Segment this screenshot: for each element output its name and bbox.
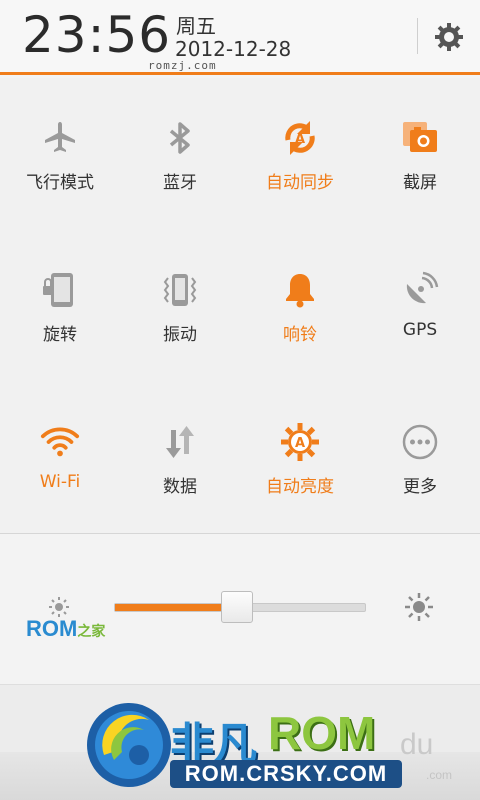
- toggle-label: 数据: [163, 477, 197, 497]
- rotate-lock-icon: [43, 273, 73, 307]
- svg-text:A: A: [295, 132, 305, 147]
- toggle-label: 更多: [403, 477, 437, 497]
- notification-header: 23:56 周五 2012-12-28 romzj.com: [0, 0, 480, 75]
- date: 2012-12-28: [175, 37, 292, 61]
- toggle-label: 蓝牙: [163, 173, 197, 193]
- toggle-ringer[interactable]: 响铃: [240, 230, 360, 382]
- toggle-gps[interactable]: GPS: [360, 230, 480, 382]
- toggle-auto-brightness[interactable]: A 自动亮度: [240, 382, 360, 534]
- toggle-label: 旋转: [43, 325, 77, 345]
- toggle-mobile-data[interactable]: 数据: [120, 382, 240, 534]
- watermark-text: romzj.com: [148, 59, 217, 72]
- toggle-label: 响铃: [283, 325, 317, 345]
- more-icon: [402, 424, 438, 460]
- toggle-vibrate[interactable]: 振动: [120, 230, 240, 382]
- gear-icon: [435, 23, 463, 51]
- toggle-screenshot[interactable]: 截屏: [360, 78, 480, 230]
- svg-text:A: A: [295, 436, 305, 451]
- toggle-more[interactable]: 更多: [360, 382, 480, 534]
- sun-large-icon: [405, 593, 433, 621]
- screenshot-icon: [403, 122, 437, 152]
- slider-fill: [115, 604, 238, 611]
- gps-icon: [406, 271, 439, 304]
- toggle-label: Wi-Fi: [39, 472, 81, 492]
- toggle-bluetooth[interactable]: 蓝牙: [120, 78, 240, 230]
- brand-url: ROM.CRSKY.COM: [170, 760, 402, 788]
- auto-sync-icon: A: [285, 121, 315, 155]
- airplane-icon: [45, 122, 75, 152]
- baidu-watermark: du: [400, 728, 434, 761]
- clock: 23:56: [22, 6, 172, 64]
- bluetooth-icon: [169, 122, 190, 154]
- toggle-label: 截屏: [403, 173, 437, 193]
- sun-small-icon: [49, 597, 69, 617]
- toggle-wifi[interactable]: Wi-Fi: [0, 382, 120, 534]
- toggle-label: 振动: [163, 325, 197, 345]
- slider-thumb[interactable]: [221, 591, 253, 623]
- quick-toggle-grid: 飞行模式 蓝牙 A 自动同步 截屏 旋转 振动 响铃 GPS Wi-Fi 数据 …: [0, 78, 480, 533]
- toggle-auto-sync[interactable]: A 自动同步: [240, 78, 360, 230]
- romzj-logo: ROM之家: [26, 616, 106, 641]
- settings-button[interactable]: [428, 16, 470, 58]
- crsky-logo-icon: [87, 703, 171, 787]
- auto-brightness-icon: A: [281, 423, 319, 461]
- brightness-panel: ROM之家: [0, 534, 480, 684]
- toggle-label: 自动亮度: [266, 477, 334, 497]
- weekday: 周五: [176, 14, 216, 38]
- baidu-watermark-com: .com: [426, 768, 453, 782]
- wifi-icon: [40, 427, 80, 457]
- toggle-rotation[interactable]: 旋转: [0, 230, 120, 382]
- data-sync-icon: [166, 426, 194, 458]
- bell-icon: [286, 274, 314, 308]
- toggle-label: GPS: [402, 320, 438, 340]
- header-divider: [417, 18, 418, 54]
- toggle-airplane-mode[interactable]: 飞行模式: [0, 78, 120, 230]
- toggle-label: 飞行模式: [26, 173, 94, 193]
- toggle-label: 自动同步: [266, 173, 334, 193]
- brand-rom: ROM: [268, 707, 376, 759]
- vibrate-icon: [163, 274, 197, 306]
